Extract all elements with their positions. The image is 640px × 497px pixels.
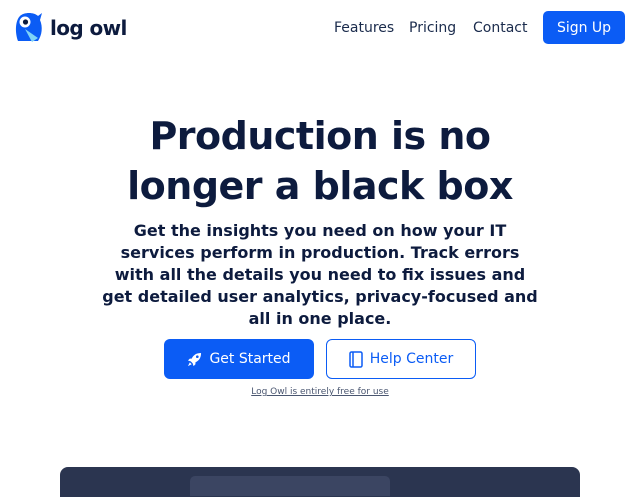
brand-logo[interactable]: log owl: [14, 11, 127, 45]
sign-up-label: Sign Up: [556, 19, 612, 36]
hero-headline: Production is no longer a black box: [0, 111, 640, 211]
help-center-button[interactable]: Help Center: [326, 339, 476, 379]
get-started-button[interactable]: Get Started: [164, 339, 314, 379]
book-icon: [349, 350, 363, 368]
top-nav: log owl Features Pricing Contact Sign Up: [0, 0, 640, 56]
headline-line-1: Production is no: [149, 114, 491, 158]
sign-up-button[interactable]: Sign Up: [543, 11, 625, 44]
nav-link-features[interactable]: Features: [334, 19, 394, 37]
headline-line-2: longer a black box: [127, 164, 513, 208]
rocket-icon: [187, 352, 202, 367]
nav-link-contact[interactable]: Contact: [473, 19, 527, 37]
brand-name: log owl: [50, 16, 127, 40]
app-preview-toolbar: [190, 476, 390, 496]
hero-subtext: Get the insights you need on how your IT…: [102, 221, 538, 328]
owl-logo-icon: [14, 11, 44, 45]
free-use-note-link[interactable]: Log Owl is entirely free for use: [0, 386, 640, 398]
get-started-label: Get Started: [209, 351, 291, 367]
help-center-label: Help Center: [369, 351, 454, 367]
nav-link-pricing[interactable]: Pricing: [409, 19, 456, 37]
